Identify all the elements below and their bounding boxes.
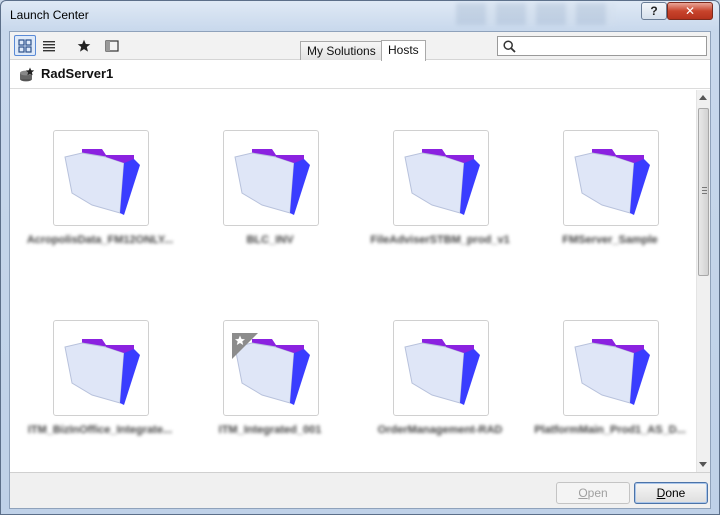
tab-my-solutions[interactable]: My Solutions	[300, 41, 383, 60]
file-tile[interactable]: FMServer_Sample	[520, 130, 690, 270]
toolbar: My Solutions Hosts	[10, 32, 710, 61]
file-name-label: BLC_INV	[246, 234, 294, 246]
file-name-label: PlatformMain_Prod1_AS_D...	[534, 424, 686, 436]
vertical-scrollbar[interactable]	[696, 90, 710, 472]
file-tile[interactable]: PlatformMain_Prod1_AS_D...	[520, 320, 690, 460]
filemaker-folder-icon	[574, 339, 650, 405]
title-bar[interactable]: Launch Center ? ✕	[1, 1, 719, 29]
file-thumbnail[interactable]	[223, 320, 319, 416]
favorites-button[interactable]	[73, 35, 95, 56]
list-view-icon	[43, 40, 55, 51]
grid-view-button[interactable]	[14, 35, 36, 56]
file-thumbnail[interactable]	[393, 320, 489, 416]
file-name-label: ITM_BizInOffice_Integrate...	[27, 424, 173, 436]
file-thumbnail[interactable]	[223, 130, 319, 226]
file-tile[interactable]: OrderManagement-RAD	[350, 320, 520, 460]
help-button[interactable]: ?	[641, 2, 667, 20]
launch-center-window: Launch Center ? ✕ My Solutions Hosts Rad…	[0, 0, 720, 515]
favorite-badge-icon	[224, 321, 258, 359]
background-window-blur	[456, 3, 616, 25]
filemaker-folder-icon	[234, 149, 310, 215]
filemaker-folder-icon	[404, 339, 480, 405]
dialog-footer: Open Done	[10, 472, 710, 508]
scroll-down-arrow-icon[interactable]	[699, 462, 707, 467]
scroll-up-arrow-icon[interactable]	[699, 95, 707, 100]
file-thumbnail[interactable]	[563, 130, 659, 226]
close-button[interactable]: ✕	[667, 2, 713, 20]
grid-view-icon	[18, 38, 32, 53]
file-name-label: AcropolisData_FM12ONLY...	[26, 234, 174, 246]
host-header: RadServer1	[10, 61, 710, 89]
favorites-star-icon	[77, 39, 91, 52]
file-thumbnail[interactable]	[53, 130, 149, 226]
file-name-label: FileAdviserSTBM_prod_v1	[370, 234, 510, 246]
filemaker-folder-icon	[64, 149, 140, 215]
scrollbar-thumb[interactable]	[698, 108, 709, 276]
tab-hosts[interactable]: Hosts	[381, 40, 426, 61]
filemaker-folder-icon	[574, 149, 650, 215]
file-name-label: ITM_Integrated_001	[218, 424, 322, 436]
file-thumbnail[interactable]	[393, 130, 489, 226]
file-tile[interactable]: ITM_Integrated_001	[180, 320, 350, 460]
file-name-label: FMServer_Sample	[562, 234, 658, 246]
file-tile[interactable]: AcropolisData_FM12ONLY...	[10, 130, 180, 270]
host-server-icon	[20, 67, 35, 82]
file-name-label: OrderManagement-RAD	[377, 424, 503, 436]
filemaker-folder-icon	[64, 339, 140, 405]
dialog-client-area: My Solutions Hosts RadServer1 AcropolisD…	[9, 31, 711, 509]
file-thumbnail[interactable]	[53, 320, 149, 416]
file-tile[interactable]: ITM_BizInOffice_Integrate...	[10, 320, 180, 460]
list-view-button[interactable]	[38, 35, 60, 56]
done-button[interactable]: Done	[634, 482, 708, 504]
search-input[interactable]	[520, 39, 700, 53]
file-grid: AcropolisData_FM12ONLY... BLC_INV FileAdvi…	[10, 90, 696, 472]
filemaker-folder-icon	[404, 149, 480, 215]
search-icon	[503, 40, 516, 53]
panel-toggle-icon	[105, 39, 119, 52]
search-box[interactable]	[497, 36, 707, 56]
grip-icon	[702, 187, 707, 195]
open-button[interactable]: Open	[556, 482, 630, 504]
file-tile[interactable]: BLC_INV	[180, 130, 350, 270]
file-tile[interactable]: FileAdviserSTBM_prod_v1	[350, 130, 520, 270]
panel-toggle-button[interactable]	[101, 35, 123, 56]
file-thumbnail[interactable]	[563, 320, 659, 416]
host-name: RadServer1	[41, 66, 114, 81]
window-title: Launch Center	[10, 8, 89, 22]
